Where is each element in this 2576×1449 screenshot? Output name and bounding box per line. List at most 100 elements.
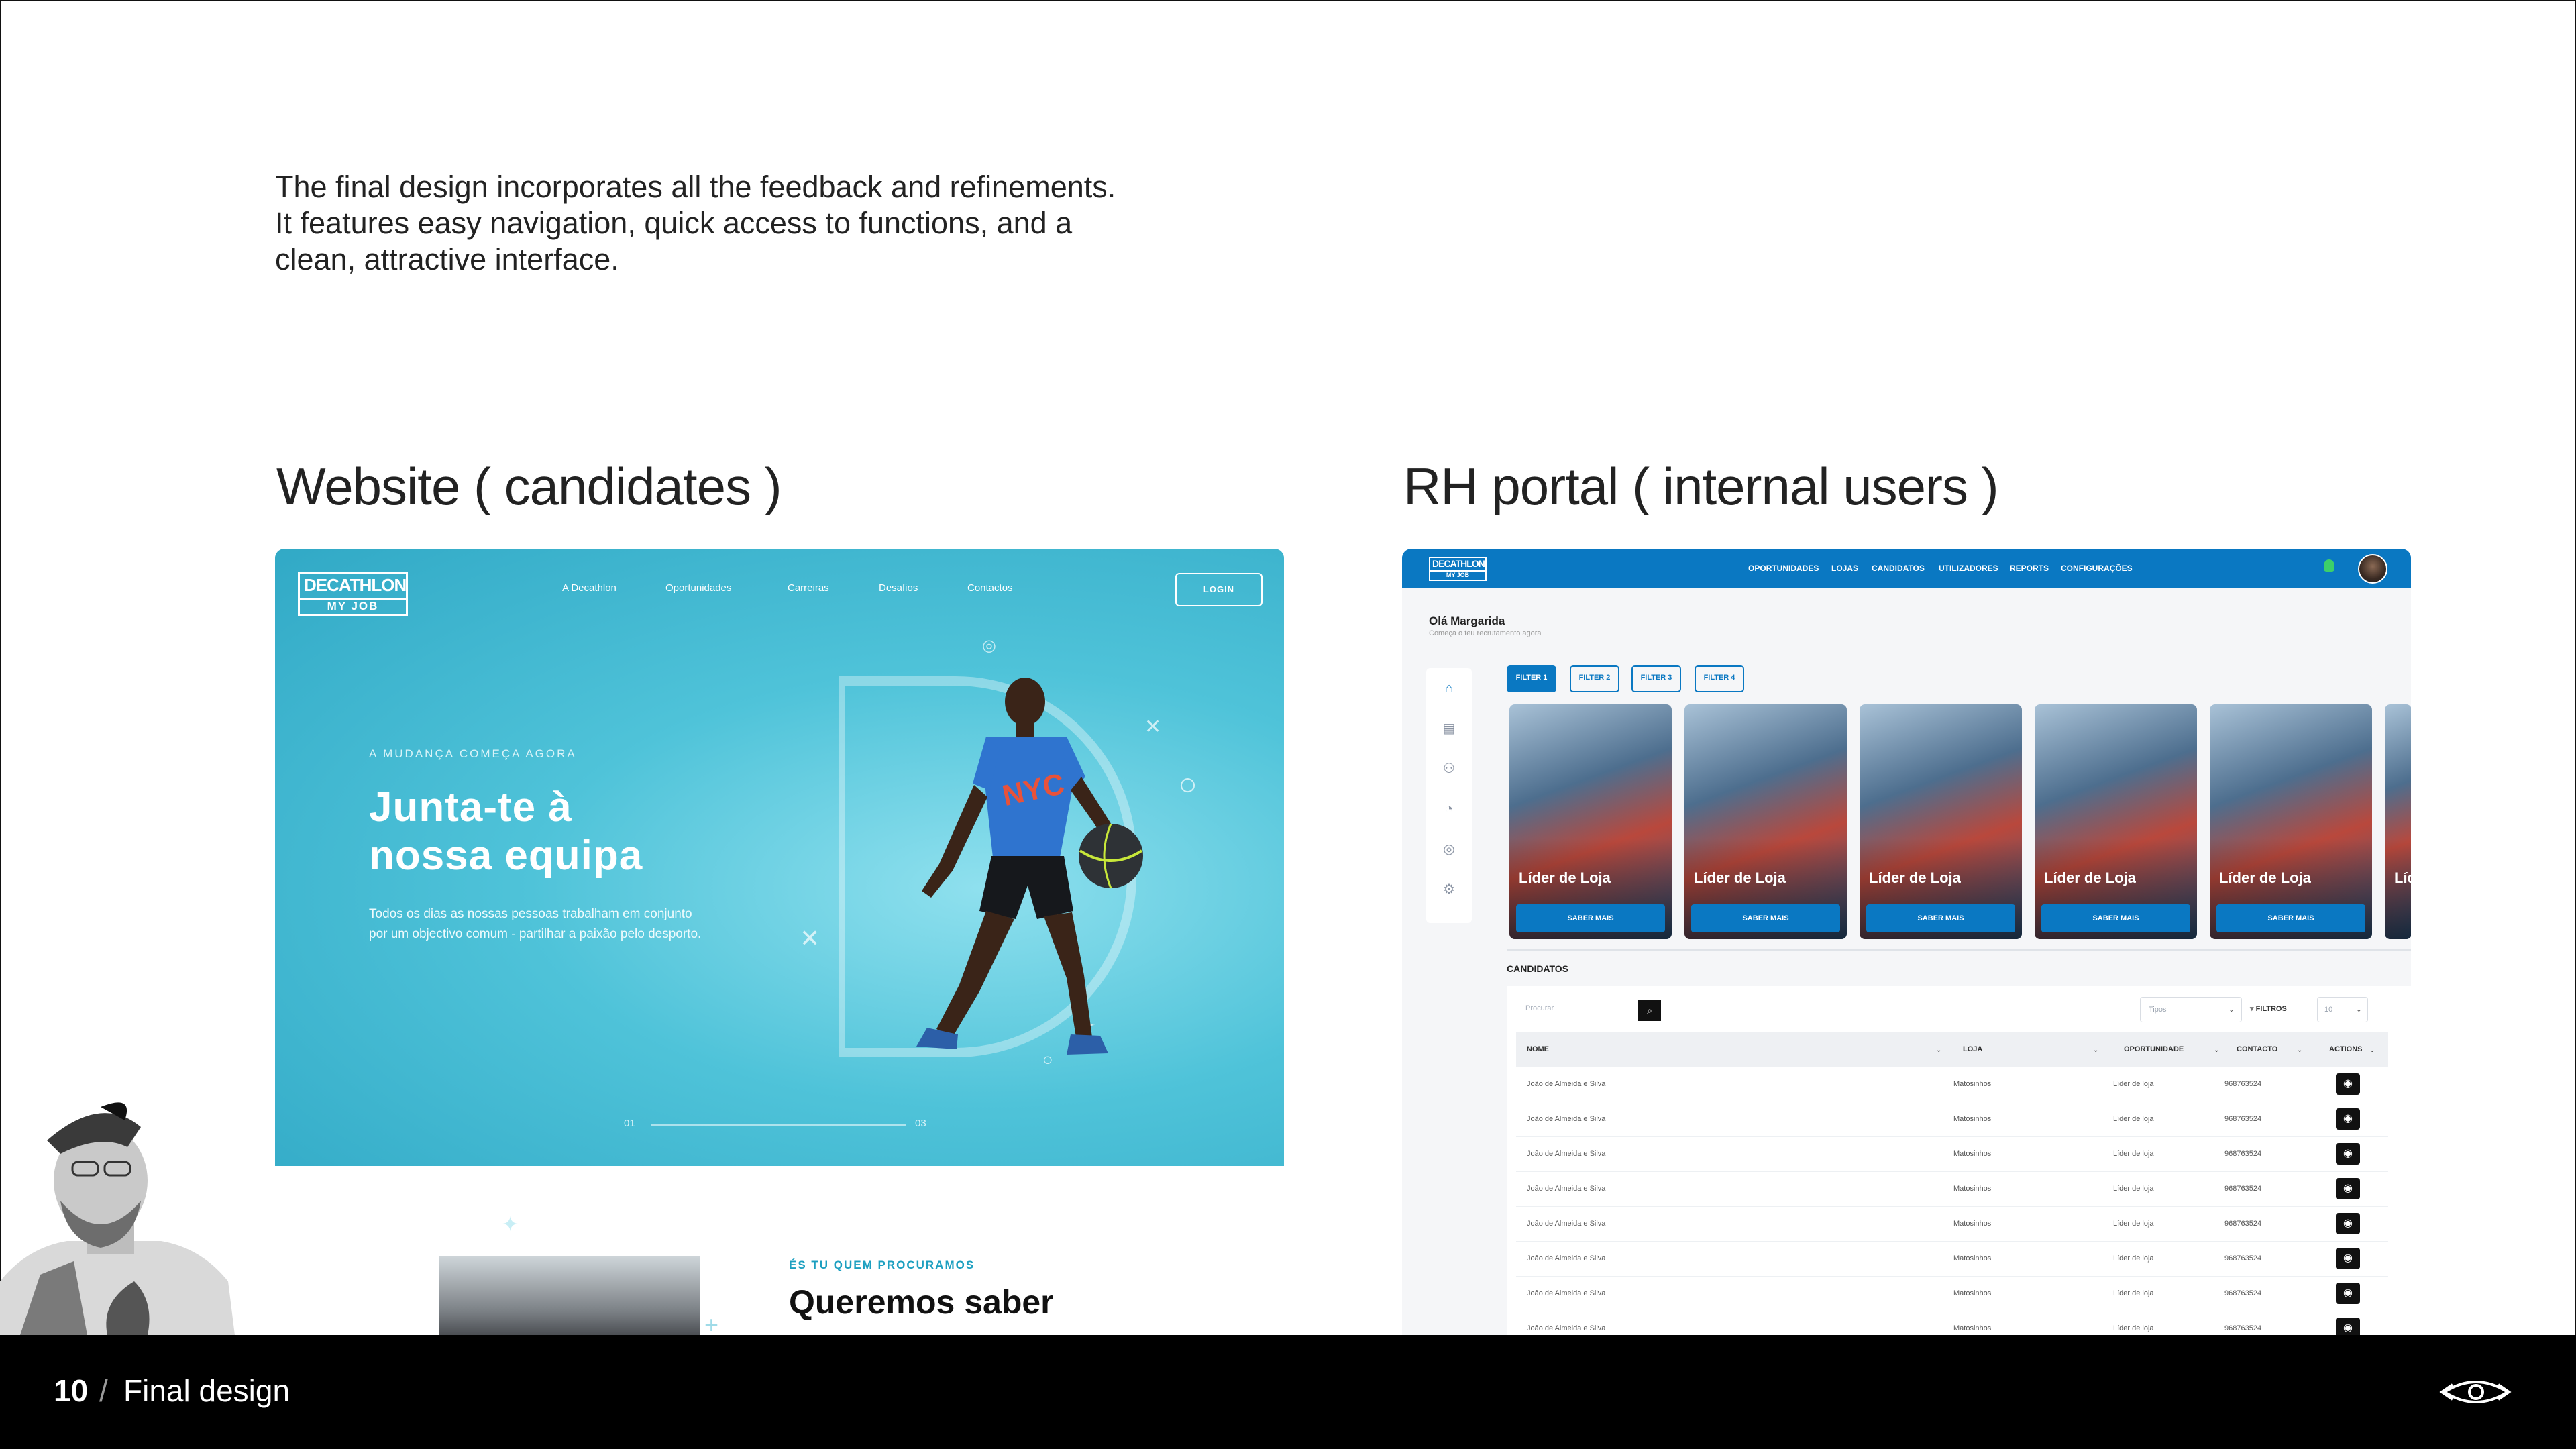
nav-link-contactos[interactable]: Contactos (967, 582, 1013, 594)
view-eye-icon[interactable]: ◉ (2336, 1108, 2360, 1130)
cell-contact: 968763524 (2224, 1254, 2262, 1263)
sort-icon[interactable]: ⌄ (2214, 1046, 2219, 1054)
page-number: 10 (54, 1373, 89, 1408)
portal-sidebar: ⌂ ▤ ⚇ ◔ ◎ ⚙ (1426, 668, 1472, 923)
rows-per-page-select[interactable]: 10 ⌄ (2317, 997, 2368, 1022)
eye-arrow-logo-icon (2439, 1381, 2512, 1403)
portal-nav-utilizadores[interactable]: UTILIZADORES (1939, 564, 1998, 573)
table-row[interactable]: João de Almeida e Silva Matosinhos Líder… (1516, 1136, 2388, 1172)
user-avatar[interactable] (2358, 554, 2387, 584)
users-icon[interactable]: ⚇ (1441, 761, 1457, 777)
card-saber-mais-button[interactable]: SABER MAIS (1691, 904, 1840, 932)
opportunity-card[interactable]: Líder de Loja SABER MAIS (1509, 704, 1672, 939)
filtros-button[interactable]: ▾ FILTROS (2250, 997, 2287, 1021)
opportunity-card-partial[interactable]: Líd (2385, 704, 2411, 939)
nav-link-a-decathlon[interactable]: A Decathlon (562, 582, 616, 594)
portal-nav-candidatos[interactable]: CANDIDATOS (1872, 564, 1925, 573)
slide-footer: 10 / Final design (0, 1335, 2576, 1449)
card-saber-mais-button[interactable]: SABER MAIS (1866, 904, 2015, 932)
logo-subtitle: MY JOB (1430, 570, 1485, 578)
nav-link-carreiras[interactable]: Carreiras (788, 582, 829, 594)
rh-portal-mockup: DECATHLON MY JOB OPORTUNIDADES LOJAS CAN… (1402, 549, 2411, 1335)
presenter-portrait-image (0, 1102, 235, 1335)
team-photo (439, 1256, 700, 1335)
filter-chip-2[interactable]: FILTER 2 (1570, 665, 1619, 692)
cell-name: João de Almeida e Silva (1527, 1150, 1606, 1158)
logo-subtitle: MY JOB (300, 598, 406, 614)
portal-logo[interactable]: DECATHLON MY JOB (1429, 557, 1487, 581)
view-eye-icon[interactable]: ◉ (2336, 1283, 2360, 1304)
filter-chip-3[interactable]: FILTER 3 (1631, 665, 1681, 692)
portal-nav-configuracoes[interactable]: CONFIGURAÇÕES (2061, 564, 2133, 573)
view-eye-icon[interactable]: ◉ (2336, 1213, 2360, 1234)
column-header-loja[interactable]: LOJA (1963, 1032, 1982, 1067)
filter-chip-4[interactable]: FILTER 4 (1695, 665, 1744, 692)
website-logo[interactable]: DECATHLON MY JOB (298, 572, 408, 616)
table-row[interactable]: João de Almeida e Silva Matosinhos Líder… (1516, 1067, 2388, 1102)
target-icon[interactable]: ◎ (1441, 841, 1457, 857)
view-eye-icon[interactable]: ◉ (2336, 1073, 2360, 1095)
table-row[interactable]: João de Almeida e Silva Matosinhos Líder… (1516, 1311, 2388, 1335)
column-header-actions: ACTIONS (2329, 1045, 2363, 1053)
cell-name: João de Almeida e Silva (1527, 1289, 1606, 1297)
notification-icon[interactable] (2324, 559, 2334, 572)
nav-link-oportunidades[interactable]: Oportunidades (665, 582, 731, 594)
table-row[interactable]: João de Almeida e Silva Matosinhos Líder… (1516, 1206, 2388, 1242)
filter-chip-1[interactable]: FILTER 1 (1507, 665, 1556, 692)
hero-headline-line: nossa equipa (369, 833, 643, 879)
portal-nav-oportunidades[interactable]: OPORTUNIDADES (1748, 564, 1819, 573)
view-eye-icon[interactable]: ◉ (2336, 1178, 2360, 1199)
card-saber-mais-button[interactable]: SABER MAIS (2216, 904, 2365, 932)
cell-contact: 968763524 (2224, 1324, 2262, 1332)
portal-nav-lojas[interactable]: LOJAS (1831, 564, 1858, 573)
search-icon[interactable]: ⌕ (1638, 1000, 1661, 1021)
basketball-player-image: NYC (916, 678, 1143, 1055)
store-icon[interactable]: ▤ (1441, 720, 1457, 737)
card-saber-mais-button[interactable]: SABER MAIS (2041, 904, 2190, 932)
opportunity-card[interactable]: Líder de Loja SABER MAIS (2035, 704, 2197, 939)
sort-icon[interactable]: ⌄ (2297, 1046, 2302, 1054)
column-header-oportunidade[interactable]: OPORTUNIDADE (2124, 1032, 2184, 1067)
login-button[interactable]: LOGIN (1175, 573, 1263, 606)
cell-opportunity: Líder de loja (2113, 1220, 2154, 1228)
candidates-title: CANDIDATOS (1507, 963, 1569, 974)
table-row[interactable]: João de Almeida e Silva Matosinhos Líder… (1516, 1276, 2388, 1311)
view-eye-icon[interactable]: ◉ (2336, 1248, 2360, 1269)
table-row[interactable]: João de Almeida e Silva Matosinhos Líder… (1516, 1102, 2388, 1137)
opportunity-card[interactable]: Líder de Loja SABER MAIS (2210, 704, 2372, 939)
card-title: Líder de Loja (1694, 869, 1786, 886)
cell-name: João de Almeida e Silva (1527, 1324, 1606, 1332)
decor-ring-icon: ○ (1178, 767, 1197, 802)
table-row[interactable]: João de Almeida e Silva Matosinhos Líder… (1516, 1171, 2388, 1207)
sort-icon[interactable]: ⌄ (2369, 1046, 2375, 1054)
card-title: Líder de Loja (1869, 869, 1961, 886)
card-image-shade (2385, 839, 2411, 939)
portal-top-bar: DECATHLON MY JOB OPORTUNIDADES LOJAS CAN… (1402, 549, 2411, 588)
nav-link-desafios[interactable]: Desafios (879, 582, 918, 594)
home-icon[interactable]: ⌂ (1441, 680, 1457, 696)
hero-body-line: por um objectivo comum - partilhar a pai… (369, 927, 702, 941)
column-header-nome[interactable]: NOME (1527, 1032, 1549, 1067)
section-kicker: ÉS TU QUEM PROCURAMOS (789, 1258, 975, 1271)
column-header-contacto[interactable]: CONTACTO (2237, 1032, 2277, 1067)
settings-gear-icon[interactable]: ⚙ (1441, 881, 1457, 898)
card-saber-mais-button[interactable]: SABER MAIS (1516, 904, 1665, 932)
cell-store: Matosinhos (1953, 1289, 1992, 1297)
view-eye-icon[interactable]: ◉ (2336, 1143, 2360, 1165)
view-eye-icon[interactable]: ◉ (2336, 1318, 2360, 1335)
hero-headline: Junta-te à nossa equipa (369, 784, 839, 880)
opportunity-card[interactable]: Líder de Loja SABER MAIS (1684, 704, 1847, 939)
table-header: NOME ⌄ LOJA ⌄ OPORTUNIDADE ⌄ CONTACTO ⌄ … (1516, 1032, 2388, 1067)
intro-text: The final design incorporates all the fe… (275, 169, 1214, 278)
sort-icon[interactable]: ⌄ (1936, 1046, 1941, 1054)
sort-icon[interactable]: ⌄ (2093, 1046, 2098, 1054)
cell-opportunity: Líder de loja (2113, 1080, 2154, 1088)
portal-nav-reports[interactable]: REPORTS (2010, 564, 2049, 573)
opportunity-card[interactable]: Líder de Loja SABER MAIS (1860, 704, 2022, 939)
cell-name: João de Almeida e Silva (1527, 1080, 1606, 1088)
footer-separator: / (99, 1373, 108, 1408)
website-next-section: ✦ + ÉS TU QUEM PROCURAMOS Queremos saber (275, 1166, 1284, 1335)
tipos-select[interactable]: Tipos ⌄ (2140, 997, 2242, 1022)
reports-chart-icon[interactable]: ◔ (1441, 801, 1457, 817)
table-row[interactable]: João de Almeida e Silva Matosinhos Líder… (1516, 1241, 2388, 1277)
